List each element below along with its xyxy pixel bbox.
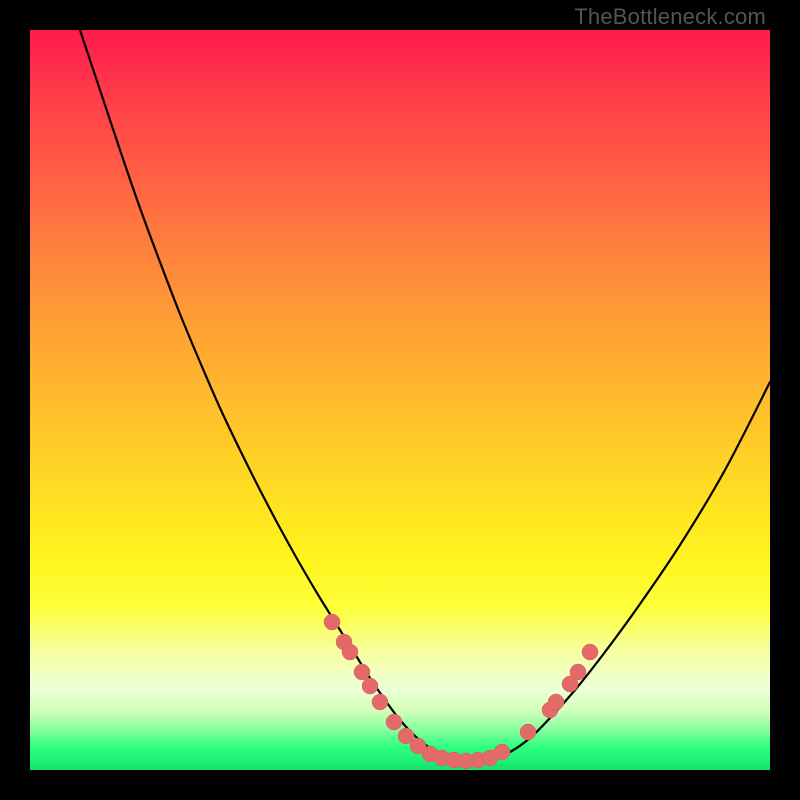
bottleneck-curve bbox=[80, 30, 770, 762]
scatter-point bbox=[342, 644, 358, 660]
scatter-point bbox=[520, 724, 536, 740]
scatter-point bbox=[570, 664, 586, 680]
scatter-point bbox=[324, 614, 340, 630]
attribution-text: TheBottleneck.com bbox=[574, 4, 766, 30]
scatter-point bbox=[386, 714, 402, 730]
scatter-points-group bbox=[324, 614, 598, 769]
chart-frame bbox=[30, 30, 770, 770]
scatter-point bbox=[372, 694, 388, 710]
scatter-point bbox=[548, 694, 564, 710]
scatter-point bbox=[494, 744, 510, 760]
scatter-point bbox=[582, 644, 598, 660]
scatter-point bbox=[354, 664, 370, 680]
chart-svg bbox=[30, 30, 770, 770]
scatter-point bbox=[362, 678, 378, 694]
